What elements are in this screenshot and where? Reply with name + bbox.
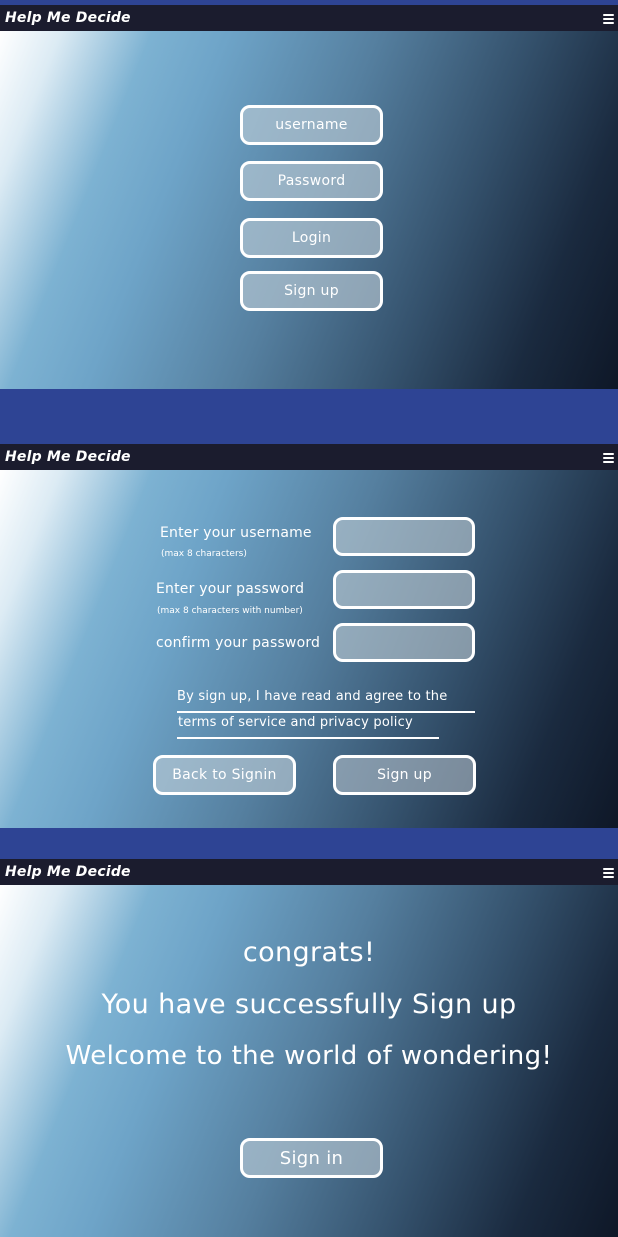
terms-text-line1: By sign up, I have read and agree to the xyxy=(177,689,448,704)
back-to-signin-button[interactable]: Back to Signin xyxy=(153,755,296,795)
signin-button[interactable]: Sign in xyxy=(240,1138,383,1178)
gradient-background: Enter your username (max 8 characters) E… xyxy=(0,470,618,828)
top-bar: Help Me Decide xyxy=(0,859,618,885)
login-screen: Help Me Decide username Password Login S… xyxy=(0,5,618,389)
hamburger-menu-icon[interactable] xyxy=(603,13,614,24)
hamburger-menu-icon[interactable] xyxy=(603,452,614,463)
login-button[interactable]: Login xyxy=(240,218,383,258)
confirm-password-field[interactable] xyxy=(333,623,475,662)
congrats-heading: congrats! xyxy=(242,937,376,968)
app-title: Help Me Decide xyxy=(5,864,131,880)
gradient-background: congrats! You have successfully Sign up … xyxy=(0,885,618,1237)
hamburger-menu-icon[interactable] xyxy=(603,867,614,878)
signup-button[interactable]: Sign up xyxy=(240,271,383,311)
signup-submit-button[interactable]: Sign up xyxy=(333,755,476,795)
password-hint: (max 8 characters with number) xyxy=(157,606,303,616)
confirm-password-label: confirm your password xyxy=(156,635,321,651)
success-message: You have successfully Sign up xyxy=(101,989,517,1020)
success-screen: Help Me Decide congrats! You have succes… xyxy=(0,859,618,1237)
terms-link[interactable]: terms of service and privacy policy xyxy=(178,715,413,730)
username-input[interactable]: username xyxy=(240,105,383,145)
app-title: Help Me Decide xyxy=(5,10,131,26)
password-field[interactable] xyxy=(333,570,475,609)
top-bar: Help Me Decide xyxy=(0,5,618,31)
username-hint: (max 8 characters) xyxy=(161,549,247,559)
terms-underline-1 xyxy=(177,711,475,713)
gradient-background: username Password Login Sign up xyxy=(0,31,618,389)
top-bar: Help Me Decide xyxy=(0,444,618,470)
app-title: Help Me Decide xyxy=(5,449,131,465)
separator-strip xyxy=(0,389,618,444)
welcome-message: Welcome to the world of wondering! xyxy=(65,1041,553,1071)
password-input[interactable]: Password xyxy=(240,161,383,201)
separator-strip xyxy=(0,828,618,859)
password-label: Enter your password xyxy=(156,581,305,597)
terms-underline-2 xyxy=(177,737,439,739)
signup-screen: Help Me Decide Enter your username (max … xyxy=(0,444,618,828)
username-label: Enter your username xyxy=(160,525,312,541)
username-field[interactable] xyxy=(333,517,475,556)
